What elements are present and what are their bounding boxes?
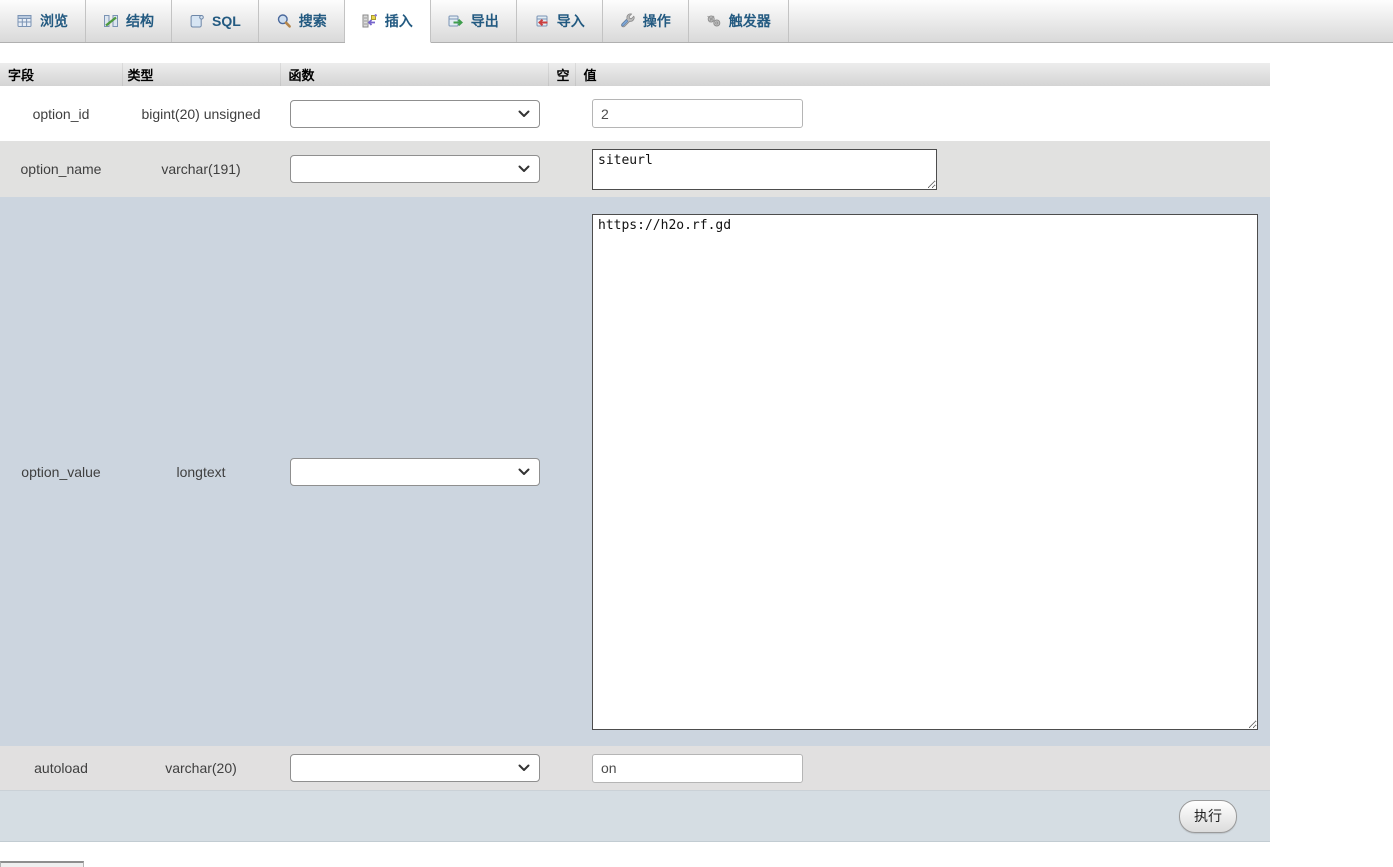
function-select[interactable] (290, 754, 540, 782)
tab-export[interactable]: 导出 (431, 0, 517, 42)
value-input-option-id[interactable] (592, 99, 803, 128)
column-header-field: 字段 (0, 63, 122, 86)
column-header-type: 类型 (122, 63, 280, 86)
column-header-value: 值 (575, 63, 1270, 86)
function-select[interactable] (290, 155, 540, 183)
field-row-option-id: option_id bigint(20) unsigned (0, 86, 1270, 141)
tab-browse[interactable]: 浏览 (0, 0, 86, 42)
value-input-autoload[interactable] (592, 754, 803, 783)
function-select[interactable] (290, 458, 540, 486)
column-header-row: 字段 类型 函数 空 值 (0, 63, 1270, 86)
sql-scroll-icon (189, 13, 205, 29)
field-row-option-value: option_value longtext https://h2o.rf.gd (0, 197, 1270, 746)
value-textarea-option-value[interactable]: https://h2o.rf.gd (592, 214, 1258, 730)
go-button[interactable]: 执行 (1179, 800, 1237, 833)
null-cell (548, 746, 575, 790)
tab-label: 插入 (385, 11, 413, 31)
tab-label: 结构 (126, 11, 154, 31)
null-cell (548, 197, 575, 746)
tab-label: SQL (212, 13, 241, 29)
chevron-down-icon (518, 463, 530, 481)
field-name-label: option_value (0, 197, 122, 746)
tab-import[interactable]: 导入 (517, 0, 603, 42)
insert-form: 字段 类型 函数 空 值 option_id bigint(20) unsign… (0, 63, 1393, 867)
column-header-function: 函数 (280, 63, 548, 86)
operations-wrench-icon (620, 13, 636, 29)
tab-label: 导入 (557, 11, 585, 31)
tab-search[interactable]: 搜索 (259, 0, 345, 42)
function-select[interactable] (290, 100, 540, 128)
tab-triggers[interactable]: 触发器 (689, 0, 789, 42)
insert-row-icon (362, 13, 378, 29)
form-footer: 执行 (0, 790, 1270, 842)
field-name-label: option_name (0, 141, 122, 197)
field-name-label: option_id (0, 86, 122, 141)
table-tab-bar: 浏览 结构 SQL 搜索 插入 导出 导入 (0, 0, 1393, 43)
search-icon (276, 13, 292, 29)
tab-label: 搜索 (299, 11, 327, 31)
tab-insert[interactable]: 插入 (345, 0, 431, 43)
tab-operations[interactable]: 操作 (603, 0, 689, 42)
field-type-label: longtext (122, 197, 280, 746)
field-type-label: varchar(20) (122, 746, 280, 790)
column-header-null: 空 (548, 63, 575, 86)
tab-label: 浏览 (40, 11, 68, 31)
null-cell (548, 86, 575, 141)
null-cell (548, 141, 575, 197)
structure-icon (103, 13, 119, 29)
tab-label: 导出 (471, 11, 499, 31)
tab-label: 操作 (643, 11, 671, 31)
chevron-down-icon (518, 105, 530, 123)
tab-label: 触发器 (729, 11, 771, 31)
insert-form-table: 字段 类型 函数 空 值 option_id bigint(20) unsign… (0, 63, 1270, 790)
tab-structure[interactable]: 结构 (86, 0, 172, 42)
partial-select-bottom[interactable] (0, 861, 84, 867)
chevron-down-icon (518, 759, 530, 777)
field-type-label: bigint(20) unsigned (122, 86, 280, 141)
chevron-down-icon (518, 160, 530, 178)
field-type-label: varchar(191) (122, 141, 280, 197)
value-textarea-option-name[interactable]: siteurl (592, 149, 937, 190)
field-name-label: autoload (0, 746, 122, 790)
browse-table-icon (17, 13, 33, 29)
export-icon (448, 13, 464, 29)
import-icon (534, 13, 550, 29)
tab-sql[interactable]: SQL (172, 0, 259, 42)
triggers-icon (706, 13, 722, 29)
field-row-option-name: option_name varchar(191) siteurl (0, 141, 1270, 197)
field-row-autoload: autoload varchar(20) (0, 746, 1270, 790)
